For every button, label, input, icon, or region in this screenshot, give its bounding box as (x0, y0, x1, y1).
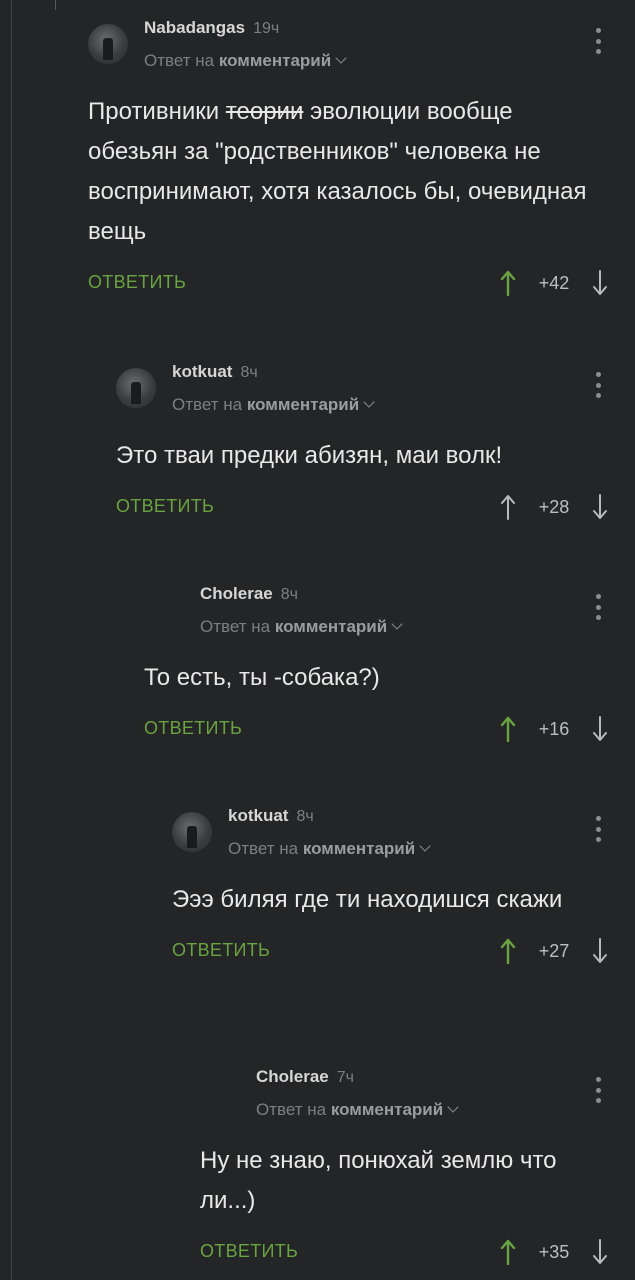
arrow-down-icon[interactable] (589, 492, 611, 522)
comment-text: Это тваи предки абизян, маи волк! (116, 442, 503, 469)
vote-controls: +42 (497, 266, 611, 300)
reply-prefix: Ответ на (144, 51, 215, 70)
thread-tick (55, 0, 56, 10)
comment-text: Противники теории эволюции вообще обезья… (88, 92, 635, 252)
comment-header: Cholerae 7ч Ответ на комментарий (200, 1067, 635, 1127)
avatar[interactable] (172, 812, 212, 852)
reply-button[interactable]: ОТВЕТИТЬ (200, 1241, 298, 1262)
username-text[interactable]: Nabadangas (144, 18, 245, 37)
comment-actions: ОТВЕТИТЬ +42 (88, 264, 635, 304)
kebab-menu-icon[interactable] (596, 816, 601, 842)
kebab-menu-icon[interactable] (596, 372, 601, 398)
username-text[interactable]: kotkuat (172, 362, 232, 381)
kebab-menu-icon[interactable] (596, 1077, 601, 1103)
chevron-down-icon[interactable] (419, 840, 431, 852)
comment-text: Эээ биляя где ти находишся скажи (172, 886, 563, 913)
reply-to-link[interactable]: Ответ на комментарий (228, 839, 431, 859)
arrow-up-icon[interactable] (497, 714, 519, 744)
comment-time: 8ч (280, 586, 298, 603)
chevron-down-icon[interactable] (391, 618, 403, 630)
username-text[interactable]: kotkuat (228, 806, 288, 825)
arrow-up-icon[interactable] (497, 936, 519, 966)
username[interactable]: Nabadangas 19ч (144, 18, 279, 38)
reply-to-link[interactable]: Ответ на комментарий (200, 617, 403, 637)
kebab-menu-icon[interactable] (596, 594, 601, 620)
comment-header: Nabadangas 19ч Ответ на комментарий (88, 18, 635, 78)
avatar[interactable] (88, 24, 128, 64)
rating-count: +28 (538, 496, 570, 517)
chevron-down-icon[interactable] (447, 1101, 459, 1113)
username-text[interactable]: Cholerae (200, 584, 273, 603)
reply-target[interactable]: комментарий (275, 617, 387, 636)
vote-controls: +16 (497, 712, 611, 746)
reply-to-link[interactable]: Ответ на комментарий (144, 51, 347, 71)
thread-line (11, 0, 12, 1280)
rating-count: +35 (538, 1241, 570, 1262)
comment: kotkuat 8ч Ответ на комментарий Эээ биляя… (172, 806, 635, 972)
username[interactable]: Cholerae 7ч (256, 1067, 354, 1087)
arrow-down-icon[interactable] (589, 1237, 611, 1267)
comment-actions: ОТВЕТИТЬ +16 (144, 710, 635, 750)
username-text[interactable]: Cholerae (256, 1067, 329, 1086)
comment-text: То есть, ты -собака?) (144, 664, 380, 691)
comment: Cholerae 7ч Ответ на комментарий Ну не зн… (200, 1067, 635, 1273)
comment: Nabadangas 19ч Ответ на комментарий Проти… (88, 18, 635, 304)
comment-actions: ОТВЕТИТЬ +28 (116, 488, 635, 528)
comment-time: 8ч (296, 808, 314, 825)
comment-text-part: Противники (88, 98, 226, 125)
reply-target[interactable]: комментарий (331, 1100, 443, 1119)
comment-time: 7ч (336, 1069, 354, 1086)
arrow-up-icon[interactable] (497, 492, 519, 522)
reply-prefix: Ответ на (200, 617, 271, 636)
reply-target[interactable]: комментарий (247, 395, 359, 414)
comment-actions: ОТВЕТИТЬ +35 (200, 1233, 635, 1273)
username[interactable]: Cholerae 8ч (200, 584, 298, 604)
reply-prefix: Ответ на (228, 839, 299, 858)
arrow-down-icon[interactable] (589, 936, 611, 966)
reply-prefix: Ответ на (172, 395, 243, 414)
comment: kotkuat 8ч Ответ на комментарий Это тваи … (116, 362, 635, 528)
comment-time: 19ч (253, 20, 280, 37)
arrow-down-icon[interactable] (589, 714, 611, 744)
comment-header: kotkuat 8ч Ответ на комментарий (172, 806, 635, 866)
rating-count: +16 (538, 718, 570, 739)
arrow-down-icon[interactable] (589, 268, 611, 298)
username[interactable]: kotkuat 8ч (228, 806, 314, 826)
rating-count: +42 (538, 272, 570, 293)
reply-target[interactable]: комментарий (303, 839, 415, 858)
reply-button[interactable]: ОТВЕТИТЬ (116, 496, 214, 517)
reply-prefix: Ответ на (256, 1100, 327, 1119)
username[interactable]: kotkuat 8ч (172, 362, 258, 382)
comment-actions: ОТВЕТИТЬ +27 (172, 932, 635, 972)
arrow-up-icon[interactable] (497, 1237, 519, 1267)
chevron-down-icon[interactable] (335, 52, 347, 64)
vote-controls: +28 (497, 490, 611, 524)
reply-button[interactable]: ОТВЕТИТЬ (88, 272, 186, 293)
reply-to-link[interactable]: Ответ на комментарий (172, 395, 375, 415)
rating-count: +27 (538, 940, 570, 961)
reply-to-link[interactable]: Ответ на комментарий (256, 1100, 459, 1120)
comment-header: kotkuat 8ч Ответ на комментарий (116, 362, 635, 422)
reply-target[interactable]: комментарий (219, 51, 331, 70)
comment-header: Cholerae 8ч Ответ на комментарий (144, 584, 635, 644)
kebab-menu-icon[interactable] (596, 28, 601, 54)
chevron-down-icon[interactable] (363, 396, 375, 408)
vote-controls: +35 (497, 1235, 611, 1269)
reply-button[interactable]: ОТВЕТИТЬ (144, 718, 242, 739)
arrow-up-icon[interactable] (497, 268, 519, 298)
avatar[interactable] (116, 368, 156, 408)
reply-button[interactable]: ОТВЕТИТЬ (172, 940, 270, 961)
comment: Cholerae 8ч Ответ на комментарий То есть,… (144, 584, 635, 750)
comment-time: 8ч (240, 364, 258, 381)
comment-text: Ну не знаю, понюхай землю что ли...) (200, 1147, 557, 1214)
vote-controls: +27 (497, 934, 611, 968)
strikethrough-text: теории (225, 98, 304, 125)
